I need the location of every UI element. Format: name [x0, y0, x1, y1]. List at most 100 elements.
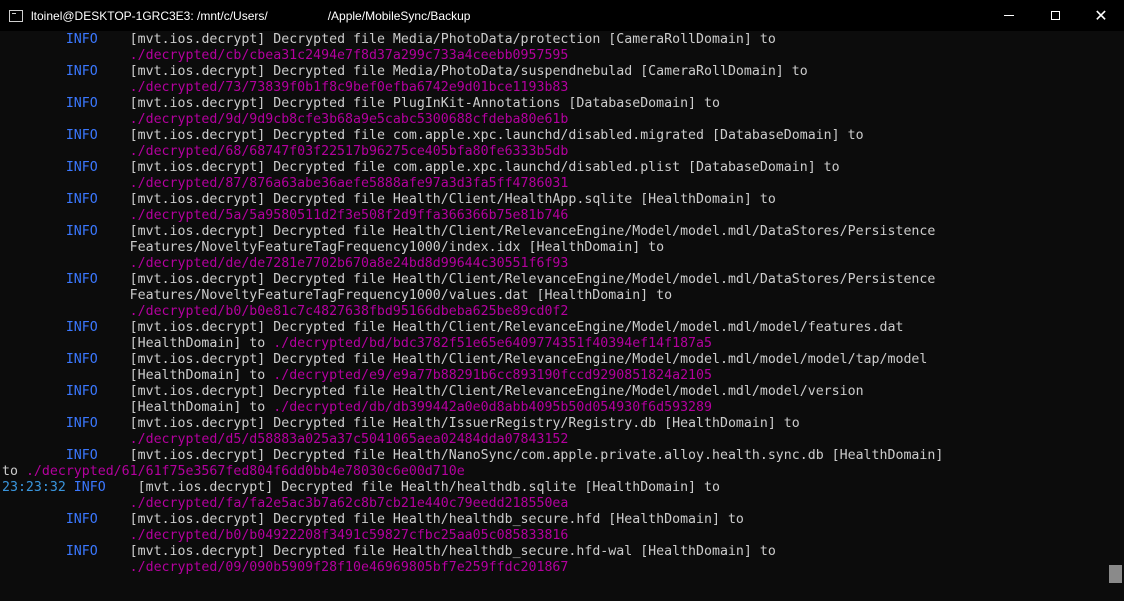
decrypted-path: ./decrypted/b0/b04922208f3491c59827cfbc2… — [129, 528, 569, 543]
decrypted-path: ./decrypted/5a/5a9580511d2f3e508f2d9ffa3… — [129, 208, 569, 223]
terminal-line: ./decrypted/b0/b04922208f3491c59827cfbc2… — [2, 528, 569, 544]
terminal-line: INFO [mvt.ios.decrypt] Decrypted file Pl… — [2, 96, 720, 112]
log-message — [2, 48, 130, 63]
log-timestamp — [2, 544, 66, 559]
terminal-line: [HealthDomain] to ./decrypted/db/db39944… — [2, 400, 712, 416]
log-message: [mvt.ios.decrypt] Decrypted file Health/… — [97, 192, 776, 207]
log-timestamp — [2, 192, 66, 207]
decrypted-path: ./decrypted/bd/bdc3782f51e65e6409774351f… — [273, 336, 712, 351]
terminal-line: INFO [mvt.ios.decrypt] Decrypted file He… — [2, 512, 744, 528]
log-timestamp — [2, 272, 66, 287]
log-message: [mvt.ios.decrypt] Decrypted file Health/… — [97, 416, 800, 431]
log-timestamp — [2, 512, 66, 527]
decrypted-path: ./decrypted/d5/d58883a025a37c5041065aea0… — [129, 432, 569, 447]
terminal-line: ./decrypted/09/090b5909f28f10e46969805bf… — [2, 560, 569, 576]
log-level: INFO — [65, 272, 98, 287]
terminal-line: to ./decrypted/61/61f75e3567fed804f6dd0b… — [2, 464, 465, 480]
log-message — [2, 256, 130, 271]
title-bar[interactable]: ltoinel@DESKTOP-1GRC3E3: /mnt/c/Users/ /… — [0, 0, 1124, 31]
terminal-line: ./decrypted/b0/b0e81c7c4827638fbd95166db… — [2, 304, 569, 320]
log-message: [mvt.ios.decrypt] Decrypted file Health/… — [97, 448, 944, 463]
terminal-line: ./decrypted/cb/cbea31c2494e7f8d37a299c73… — [2, 48, 569, 64]
log-level: INFO — [65, 512, 98, 527]
decrypted-path: ./decrypted/09/090b5909f28f10e46969805bf… — [129, 560, 569, 575]
terminal-line: INFO [mvt.ios.decrypt] Decrypted file He… — [2, 192, 776, 208]
terminal-line: INFO [mvt.ios.decrypt] Decrypted file Me… — [2, 64, 808, 80]
log-level: INFO — [65, 160, 98, 175]
log-message: Features/NoveltyFeatureTagFrequency1000/… — [2, 240, 665, 255]
log-timestamp — [2, 128, 66, 143]
log-timestamp: 23:23:32 — [2, 480, 66, 495]
decrypted-path: ./decrypted/87/876a63abe36aefe5888afe97a… — [129, 176, 569, 191]
log-level: INFO — [65, 96, 98, 111]
log-level: INFO — [65, 320, 98, 335]
minimize-button[interactable] — [986, 0, 1032, 31]
close-icon: ✕ — [1094, 5, 1108, 25]
decrypted-path: ./decrypted/73/73839f0b1f8c9bef0efba6742… — [129, 80, 569, 95]
terminal-line: Features/NoveltyFeatureTagFrequency1000/… — [2, 288, 672, 304]
log-timestamp — [2, 96, 66, 111]
log-level: INFO — [65, 448, 98, 463]
terminal-output[interactable]: INFO [mvt.ios.decrypt] Decrypted file Me… — [0, 31, 1104, 601]
terminal-line: ./decrypted/fa/fa2e5ac3b7a62c8b7cb21e440… — [2, 496, 569, 512]
log-message: [HealthDomain] to — [2, 336, 274, 351]
log-message — [2, 80, 130, 95]
log-message — [2, 304, 130, 319]
log-timestamp — [2, 64, 66, 79]
terminal-line: INFO [mvt.ios.decrypt] Decrypted file co… — [2, 160, 840, 176]
terminal-line: Features/NoveltyFeatureTagFrequency1000/… — [2, 240, 664, 256]
log-message — [2, 144, 130, 159]
log-level: INFO — [65, 224, 98, 239]
log-message: [mvt.ios.decrypt] Decrypted file Health/… — [97, 320, 904, 335]
terminal-line: [HealthDomain] to ./decrypted/bd/bdc3782… — [2, 336, 712, 352]
terminal-line: INFO [mvt.ios.decrypt] Decrypted file He… — [2, 448, 944, 464]
log-message: [mvt.ios.decrypt] Decrypted file com.app… — [97, 128, 864, 143]
log-timestamp — [2, 416, 66, 431]
terminal-line: ./decrypted/d5/d58883a025a37c5041065aea0… — [2, 432, 569, 448]
log-message: [mvt.ios.decrypt] Decrypted file com.app… — [97, 160, 840, 175]
log-timestamp — [2, 352, 66, 367]
terminal-line: INFO [mvt.ios.decrypt] Decrypted file co… — [2, 128, 864, 144]
decrypted-path: ./decrypted/fa/fa2e5ac3b7a62c8b7cb21e440… — [129, 496, 569, 511]
close-button[interactable]: ✕ — [1078, 0, 1124, 31]
log-message — [2, 432, 130, 447]
decrypted-path: ./decrypted/cb/cbea31c2494e7f8d37a299c73… — [129, 48, 569, 63]
log-message: [mvt.ios.decrypt] Decrypted file Media/P… — [97, 32, 776, 47]
log-level: INFO — [65, 384, 98, 399]
window-title: ltoinel@DESKTOP-1GRC3E3: /mnt/c/Users/ /… — [31, 8, 471, 23]
decrypted-path: ./decrypted/68/68747f03f22517b96275ce405… — [129, 144, 569, 159]
maximize-icon — [1050, 11, 1060, 20]
terminal-line: ./decrypted/87/876a63abe36aefe5888afe97a… — [2, 176, 569, 192]
terminal-line: [HealthDomain] to ./decrypted/e9/e9a77b8… — [2, 368, 712, 384]
terminal-line: INFO [mvt.ios.decrypt] Decrypted file He… — [2, 416, 800, 432]
log-level: INFO — [65, 416, 98, 431]
decrypted-path: ./decrypted/b0/b0e81c7c4827638fbd95166db… — [129, 304, 569, 319]
log-message: [HealthDomain] to — [2, 400, 274, 415]
vertical-scrollbar[interactable] — [1107, 31, 1124, 601]
log-level: INFO — [65, 128, 98, 143]
decrypted-path: ./decrypted/e9/e9a77b88291b6cc893190fccd… — [273, 368, 712, 383]
log-message — [2, 496, 130, 511]
log-message: Features/NoveltyFeatureTagFrequency1000/… — [2, 288, 673, 303]
log-level: INFO — [65, 192, 98, 207]
terminal-line: INFO [mvt.ios.decrypt] Decrypted file Me… — [2, 32, 776, 48]
window-controls: ✕ — [986, 0, 1124, 31]
terminal-line: 23:23:32 INFO [mvt.ios.decrypt] Decrypte… — [2, 480, 720, 496]
log-message: [mvt.ios.decrypt] Decrypted file Health/… — [97, 352, 928, 367]
terminal-icon — [9, 9, 23, 22]
log-message: [mvt.ios.decrypt] Decrypted file Health/… — [97, 272, 936, 287]
terminal-line: INFO [mvt.ios.decrypt] Decrypted file He… — [2, 352, 928, 368]
log-message: [mvt.ios.decrypt] Decrypted file Health/… — [97, 384, 864, 399]
maximize-button[interactable] — [1032, 0, 1078, 31]
terminal-line: INFO [mvt.ios.decrypt] Decrypted file He… — [2, 272, 936, 288]
log-message: [mvt.ios.decrypt] Decrypted file Health/… — [105, 480, 720, 495]
log-timestamp — [2, 32, 66, 47]
log-level: INFO — [65, 480, 106, 495]
scrollbar-thumb[interactable] — [1109, 565, 1122, 583]
log-level: INFO — [65, 32, 98, 47]
log-message: to — [2, 464, 26, 479]
decrypted-path: ./decrypted/9d/9d9cb8cfe3b68a9e5cabc5300… — [129, 112, 569, 127]
terminal-line: ./decrypted/73/73839f0b1f8c9bef0efba6742… — [2, 80, 569, 96]
log-message — [2, 560, 130, 575]
log-message — [2, 176, 130, 191]
